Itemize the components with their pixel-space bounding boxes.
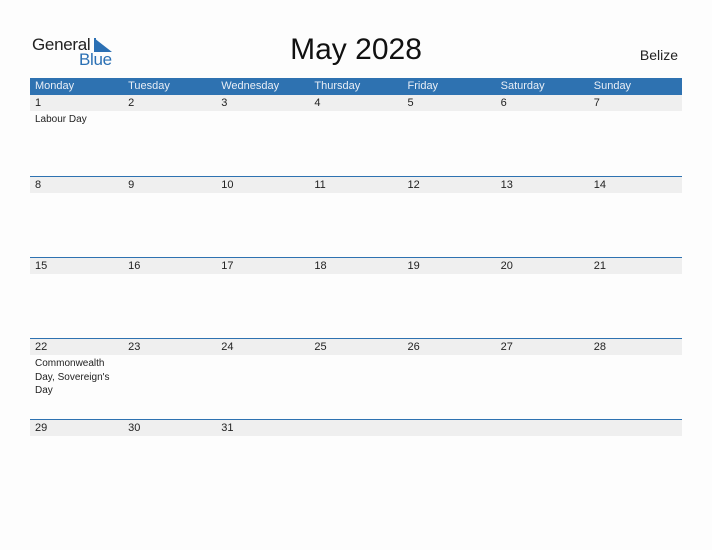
events-row [30, 436, 682, 438]
holiday-label [123, 355, 216, 398]
date-strip: 8 9 10 11 12 13 14 [30, 177, 682, 193]
day-number: 8 [35, 179, 42, 191]
holiday-label [496, 436, 589, 438]
day-number: 10 [221, 179, 234, 191]
day-number: 2 [128, 97, 135, 109]
holiday-label [309, 111, 402, 127]
day-number: 21 [593, 260, 606, 272]
holiday-label [123, 193, 216, 195]
holiday-label [403, 274, 496, 276]
holiday-label: Commonwealth Day, Sovereign's Day [35, 358, 110, 396]
day-number: 23 [128, 341, 141, 353]
day-number: 30 [128, 422, 141, 434]
events-row: Labour Day [30, 111, 682, 127]
day-number [403, 420, 496, 436]
day-number: 1 [35, 97, 42, 109]
day-number [309, 420, 402, 436]
holiday-label [403, 111, 496, 127]
day-number: 13 [500, 179, 513, 191]
weekday-friday: Friday [407, 80, 439, 92]
holiday-label [30, 274, 123, 276]
week-row: 8 9 10 11 12 13 14 [30, 176, 682, 257]
day-number: 26 [407, 341, 420, 353]
holiday-label [589, 193, 682, 195]
weekday-wednesday: Wednesday [221, 80, 280, 92]
calendar-title: May 2028 [290, 33, 422, 66]
day-number: 22 [35, 341, 48, 353]
day-number: 3 [221, 97, 228, 109]
holiday-label [123, 436, 216, 438]
week-row: 29 30 31 [30, 419, 682, 500]
holiday-label [309, 274, 402, 276]
holiday-label [589, 111, 682, 127]
holiday-label [216, 355, 309, 398]
date-strip: 1 2 3 4 5 6 7 [30, 95, 682, 111]
day-number [496, 420, 589, 436]
day-number: 11 [314, 179, 326, 191]
holiday-label [216, 111, 309, 127]
weekday-monday: Monday [35, 80, 75, 92]
holiday-label [496, 274, 589, 276]
day-number: 16 [128, 260, 141, 272]
date-strip: 22 23 24 25 26 27 28 [30, 339, 682, 355]
day-number: 5 [407, 97, 414, 109]
holiday-label [309, 436, 402, 438]
holiday-label [403, 355, 496, 398]
holiday-label [30, 436, 123, 438]
day-number: 6 [500, 97, 507, 109]
day-number: 29 [35, 422, 48, 434]
holiday-label [496, 193, 589, 195]
holiday-label [589, 436, 682, 438]
holiday-label: Labour Day [35, 114, 87, 125]
week-row: 22 23 24 25 26 27 28 Commonwealth Day, Sovereig… [30, 338, 682, 419]
day-number: 9 [128, 179, 135, 191]
day-number: 25 [314, 341, 327, 353]
day-number: 7 [593, 97, 600, 109]
holiday-label [496, 111, 589, 127]
week-row: 15 16 17 18 19 20 21 [30, 257, 682, 338]
holiday-label [216, 274, 309, 276]
weekday-header: Monday Tuesday Wednesday Thursday Friday… [30, 78, 682, 95]
weekday-thursday: Thursday [314, 80, 361, 92]
events-row: Commonwealth Day, Sovereign's Day [30, 355, 682, 398]
weekday-sunday: Sunday [593, 80, 632, 92]
day-number: 14 [593, 179, 606, 191]
day-number: 27 [500, 341, 513, 353]
day-number: 12 [407, 179, 420, 191]
day-number: 17 [221, 260, 234, 272]
day-number: 20 [500, 260, 513, 272]
holiday-label [589, 274, 682, 276]
day-number: 24 [221, 341, 234, 353]
holiday-label [496, 355, 589, 398]
day-number [589, 420, 682, 436]
date-strip: 29 30 31 [30, 420, 682, 436]
day-number: 19 [407, 260, 420, 272]
day-number: 31 [221, 422, 234, 434]
weekday-tuesday: Tuesday [128, 80, 170, 92]
holiday-label [123, 111, 216, 127]
holiday-label [309, 355, 402, 398]
holiday-label [216, 193, 309, 195]
holiday-label [123, 274, 216, 276]
events-row [30, 193, 682, 195]
holiday-label [30, 193, 123, 195]
holiday-label [403, 193, 496, 195]
holiday-label [309, 193, 402, 195]
week-row: 1 2 3 4 5 6 7 Labour Day [30, 95, 682, 176]
day-number: 28 [593, 341, 606, 353]
country-label: Belize [639, 47, 678, 63]
day-number: 15 [35, 260, 48, 272]
holiday-label [403, 436, 496, 438]
holiday-label [216, 436, 309, 438]
date-strip: 15 16 17 18 19 20 21 [30, 258, 682, 274]
weekday-saturday: Saturday [500, 80, 545, 92]
events-row [30, 274, 682, 276]
day-number: 4 [314, 97, 321, 109]
calendar-grid: Monday Tuesday Wednesday Thursday Friday… [30, 78, 682, 500]
day-number: 18 [314, 260, 327, 272]
holiday-label [589, 355, 682, 398]
